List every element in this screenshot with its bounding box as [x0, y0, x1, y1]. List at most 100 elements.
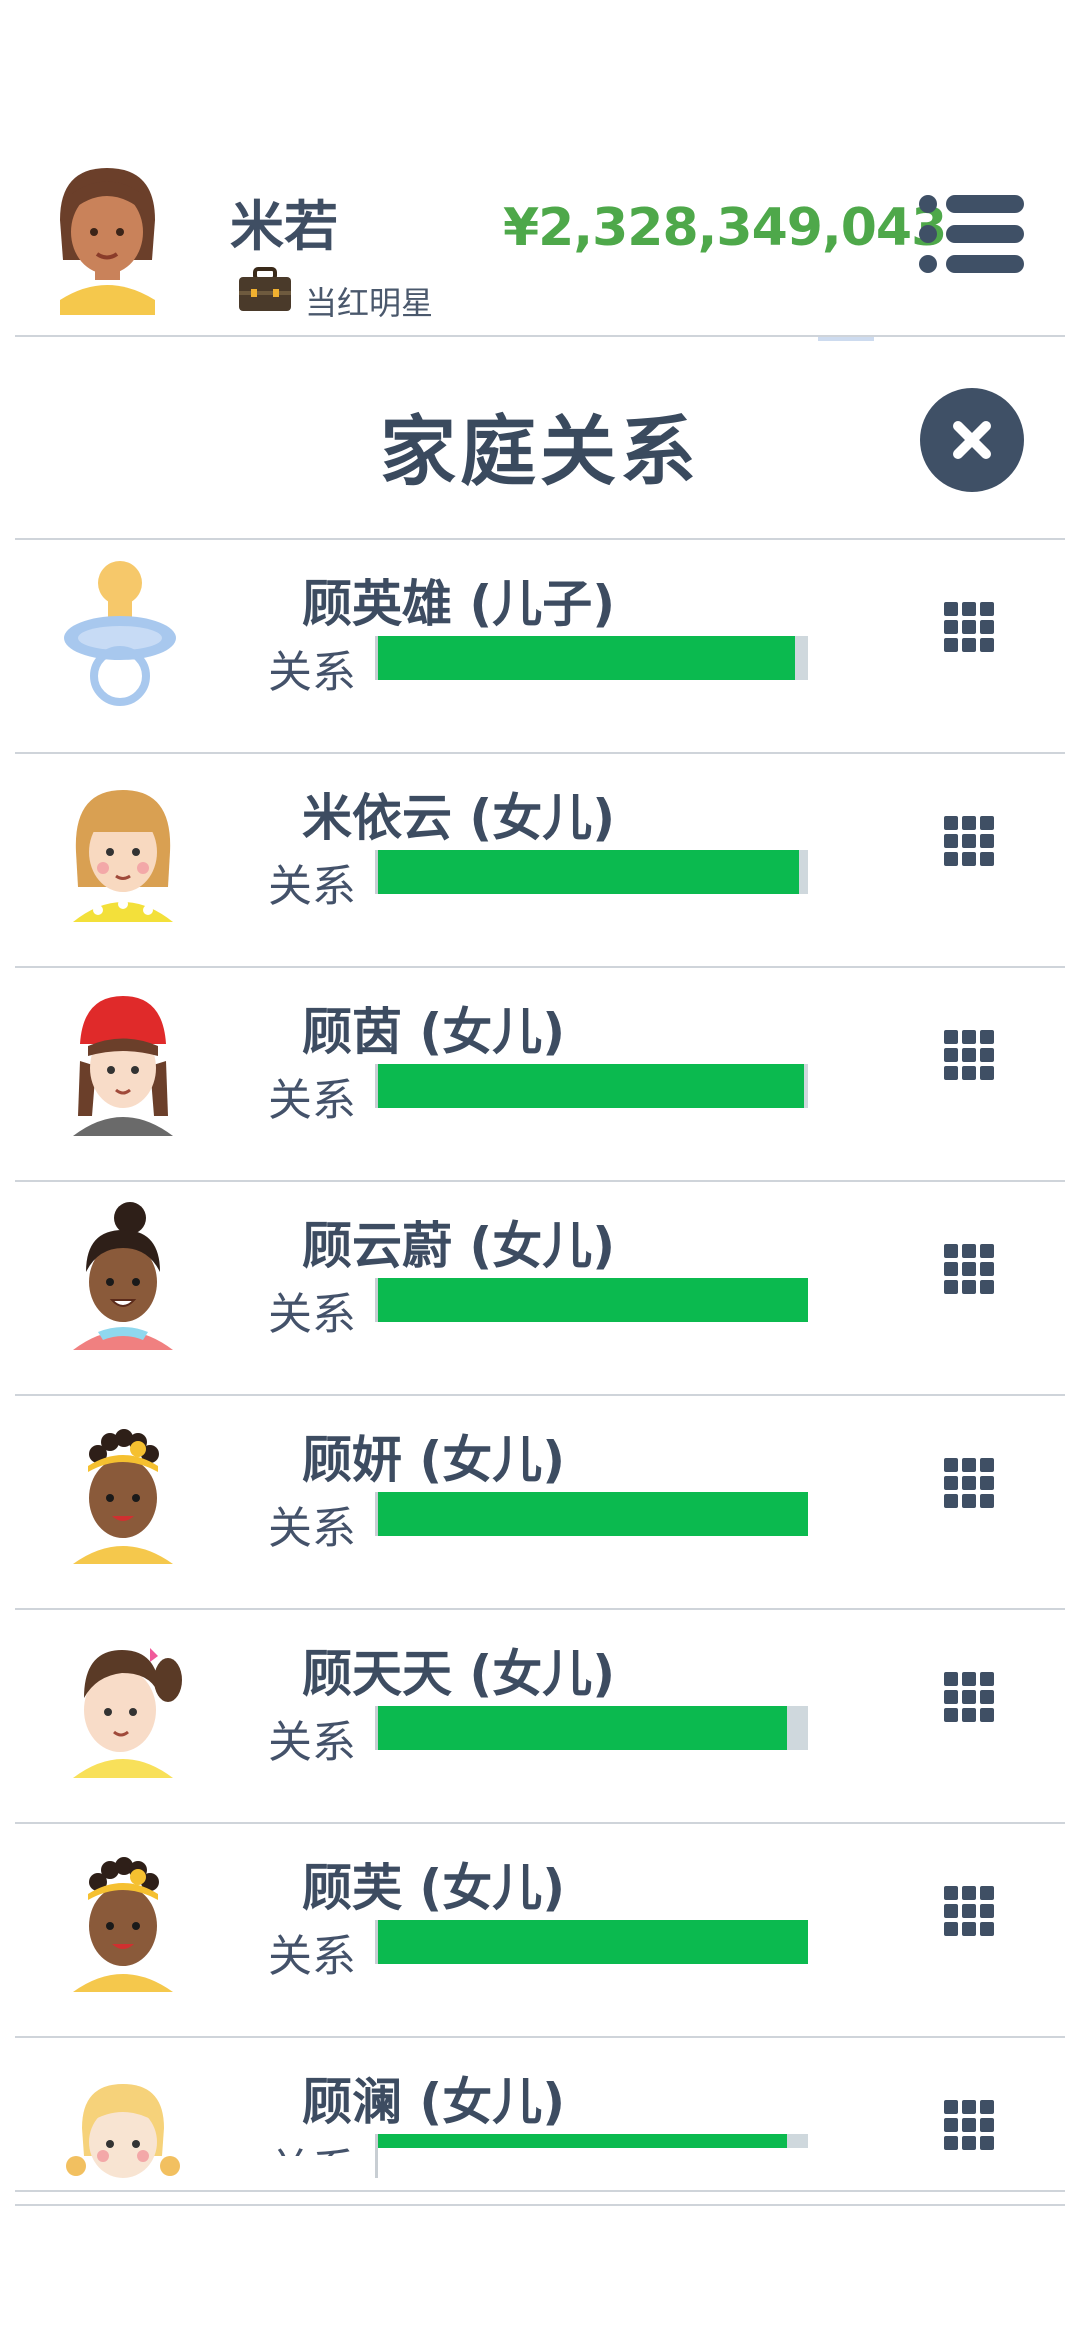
relation-bar — [375, 1278, 808, 1322]
grid-dot — [980, 1280, 994, 1294]
grid-dot — [980, 1244, 994, 1258]
relation-bar-fill — [378, 636, 796, 680]
grid-dot — [962, 1066, 976, 1080]
grid-dot — [980, 602, 994, 616]
grid-dot — [980, 1494, 994, 1508]
grid-menu-icon[interactable] — [940, 1240, 1000, 1300]
relation-label: 关系 — [268, 1289, 356, 1340]
relation-label: 关系 — [268, 647, 356, 698]
grid-dot — [962, 1922, 976, 1936]
grid-dot — [944, 1904, 958, 1918]
grid-dot — [980, 1476, 994, 1490]
member-name: 顾芙 (女儿) — [302, 1859, 566, 1917]
grid-dot — [944, 1476, 958, 1490]
grid-dot — [980, 834, 994, 848]
grid-dot — [962, 1244, 976, 1258]
member-name: 顾天天 (女儿) — [302, 1645, 616, 1703]
grid-dot — [944, 852, 958, 866]
relation-bar-fill — [378, 1920, 808, 1964]
girl-headband-avatar — [58, 1414, 188, 1564]
grid-menu-icon[interactable] — [940, 598, 1000, 658]
girl-pigtails-avatar — [58, 1628, 188, 1778]
grid-dot — [980, 1262, 994, 1276]
grid-dot — [944, 1262, 958, 1276]
member-name: 顾妍 (女儿) — [302, 1431, 566, 1489]
grid-dot — [962, 1262, 976, 1276]
grid-dot — [962, 834, 976, 848]
relation-label: 关系 — [268, 861, 356, 912]
grid-dot — [944, 2118, 958, 2132]
player-header: 米若 当红明星 ¥2,328,349,043 — [0, 130, 1080, 335]
relation-label: 关系 — [268, 1931, 356, 1982]
relation-label: 关系 — [268, 1075, 356, 1126]
family-member-row[interactable]: 顾天天 (女儿) 关系 — [0, 1610, 1080, 1824]
family-member-row[interactable]: 顾澜 (女儿) 关系 — [0, 2038, 1080, 2206]
grid-dot — [944, 620, 958, 634]
grid-dot — [980, 1066, 994, 1080]
relation-bar-fill — [378, 2134, 787, 2148]
grid-dot — [962, 1030, 976, 1044]
grid-menu-icon[interactable] — [940, 1454, 1000, 1514]
family-member-row[interactable]: 顾芙 (女儿) 关系 — [0, 1824, 1080, 2038]
relation-bar-fill — [378, 1706, 787, 1750]
grid-menu-icon[interactable] — [940, 1668, 1000, 1728]
grid-dot — [962, 1476, 976, 1490]
relation-bar-fill — [378, 850, 800, 894]
header-indicator — [818, 337, 874, 341]
job-title: 当红明星 — [305, 284, 434, 322]
family-member-row[interactable]: 顾云蔚 (女儿) 关系 — [0, 1182, 1080, 1396]
member-name: 顾英雄 (儿子) — [302, 575, 616, 633]
close-button[interactable] — [920, 388, 1024, 492]
grid-dot — [944, 1458, 958, 1472]
grid-dot — [962, 2136, 976, 2150]
grid-menu-icon[interactable] — [940, 1882, 1000, 1942]
player-name: 米若 — [230, 195, 338, 258]
grid-dot — [980, 620, 994, 634]
panel-title: 家庭关系 — [380, 407, 700, 496]
grid-dot — [962, 1280, 976, 1294]
money-balance: ¥2,328,349,043 — [503, 198, 947, 258]
grid-dot — [962, 1904, 976, 1918]
grid-dot — [944, 816, 958, 830]
family-member-row[interactable]: 顾妍 (女儿) 关系 — [0, 1396, 1080, 1610]
grid-dot — [980, 638, 994, 652]
family-member-row[interactable]: 米依云 (女儿) 关系 — [0, 754, 1080, 968]
grid-dot — [944, 638, 958, 652]
grid-dot — [962, 620, 976, 634]
grid-dot — [944, 1048, 958, 1062]
relation-bar-fill — [378, 1492, 808, 1536]
relation-bar — [375, 1064, 808, 1108]
grid-menu-icon[interactable] — [940, 2096, 1000, 2156]
relation-bar — [375, 636, 808, 680]
grid-dot — [962, 1708, 976, 1722]
relation-bar-fill — [378, 1064, 804, 1108]
family-list: 顾英雄 (儿子) 关系 米依云 (女儿) 关系 顾茵 (女儿) 关系 顾云蔚 (女儿) 关系顾… — [0, 540, 1080, 2206]
grid-menu-icon[interactable] — [940, 812, 1000, 872]
grid-dot — [944, 1280, 958, 1294]
family-member-row[interactable]: 顾茵 (女儿) 关系 — [0, 968, 1080, 1182]
grid-dot — [980, 1690, 994, 1704]
grid-dot — [980, 1708, 994, 1722]
family-member-row[interactable]: 顾英雄 (儿子) 关系 — [0, 540, 1080, 754]
grid-dot — [944, 1672, 958, 1686]
menu-icon[interactable] — [918, 192, 1026, 276]
grid-dot — [980, 1458, 994, 1472]
grid-dot — [980, 1886, 994, 1900]
grid-menu-icon[interactable] — [940, 1026, 1000, 1086]
member-name: 顾云蔚 (女儿) — [302, 1217, 616, 1275]
girl-headband-avatar — [58, 1842, 188, 1992]
header-divider — [15, 335, 1065, 337]
grid-dot — [962, 1494, 976, 1508]
grid-dot — [980, 1922, 994, 1936]
relation-bar — [375, 2134, 808, 2178]
grid-dot — [962, 1886, 976, 1900]
close-icon — [953, 421, 991, 459]
grid-dot — [962, 2100, 976, 2114]
grid-dot — [980, 2100, 994, 2114]
member-name: 顾澜 (女儿) — [302, 2073, 566, 2131]
girl-blonde-pigtails-avatar — [58, 2056, 188, 2206]
relation-bar — [375, 1492, 808, 1536]
grid-dot — [944, 1708, 958, 1722]
grid-dot — [962, 1458, 976, 1472]
player-avatar — [60, 168, 155, 315]
